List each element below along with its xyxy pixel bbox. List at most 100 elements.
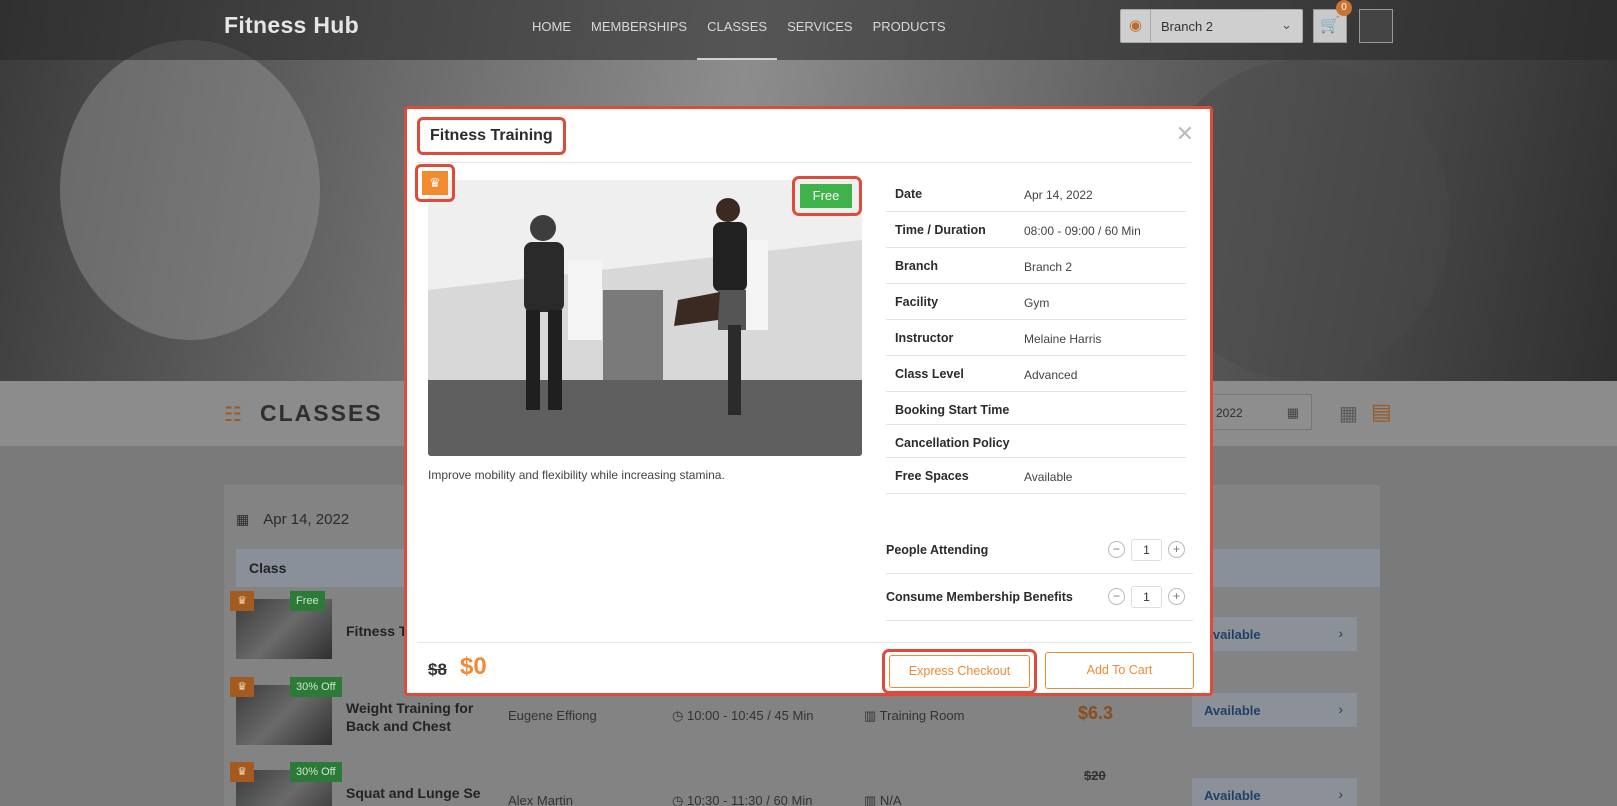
detail-value: Gym xyxy=(1024,296,1050,310)
detail-value: Branch 2 xyxy=(1024,260,1073,274)
detail-label: Class Level xyxy=(895,367,964,381)
old-price: $8 xyxy=(428,660,447,679)
free-badge: Free xyxy=(792,176,862,216)
cart-count-badge: 0 xyxy=(1336,0,1352,16)
branch-select[interactable]: ◉ Branch 2 ⌄ xyxy=(1120,9,1303,43)
close-icon[interactable]: ✕ xyxy=(1176,121,1194,147)
class-time-value: 10:30 - 11:30 / 60 Min xyxy=(686,793,813,806)
detail-value: Melaine Harris xyxy=(1024,332,1102,346)
detail-row-free-spaces: Free Spaces Available xyxy=(886,458,1186,494)
detail-label: Free Spaces xyxy=(895,469,969,483)
detail-label: Branch xyxy=(895,259,939,273)
people-attending-label: People Attending xyxy=(886,543,989,557)
availability-button[interactable]: Available › xyxy=(1192,778,1357,806)
old-price: $20 xyxy=(1084,768,1106,783)
decrement-button[interactable]: − xyxy=(1108,588,1125,605)
availability-label: Available xyxy=(1204,703,1261,718)
chevron-down-icon: ⌄ xyxy=(1281,17,1292,32)
detail-row-cancellation: Cancellation Policy xyxy=(886,425,1186,458)
class-name: Squat and Lunge Se xyxy=(346,785,481,801)
grid-view-icon[interactable]: ▦ xyxy=(1339,401,1358,426)
column-class: Class xyxy=(249,560,287,576)
crown-icon: ♛ xyxy=(230,762,254,782)
crown-icon: ♛ xyxy=(422,171,448,195)
decrement-button[interactable]: − xyxy=(1108,541,1125,558)
cart-icon: 🛒 xyxy=(1320,17,1340,34)
divider xyxy=(417,162,1192,163)
class-facility: ▥ N/A xyxy=(864,793,902,806)
class-facility: ▥ Training Room xyxy=(864,708,964,724)
section-date-label: Apr 14, 2022 xyxy=(263,511,350,528)
detail-label: Instructor xyxy=(895,331,954,345)
section-date: ▦ Apr 14, 2022 xyxy=(236,511,349,528)
main-nav: HOME MEMBERSHIPS CLASSES SERVICES PRODUC… xyxy=(522,0,956,60)
nav-classes[interactable]: CLASSES xyxy=(697,0,778,60)
availability-button[interactable]: Available › xyxy=(1192,693,1357,727)
price: $0 xyxy=(460,653,487,680)
price-badge: 30% Off xyxy=(290,677,342,697)
class-time: ◷ 10:30 - 11:30 / 60 Min xyxy=(672,793,812,806)
detail-label: Date xyxy=(895,187,923,201)
clock-icon: ◷ xyxy=(672,793,687,806)
nav-products[interactable]: PRODUCTS xyxy=(863,0,956,60)
membership-benefits-row: Consume Membership Benefits − 1 + xyxy=(886,575,1193,621)
nav-memberships[interactable]: MEMBERSHIPS xyxy=(581,0,697,60)
detail-row-branch: Branch Branch 2 xyxy=(886,248,1186,284)
express-checkout-button[interactable]: Express Checkout xyxy=(889,655,1030,688)
detail-row-instructor: Instructor Melaine Harris xyxy=(886,320,1186,356)
nav-services[interactable]: SERVICES xyxy=(777,0,863,60)
building-icon: ▥ xyxy=(864,708,880,723)
increment-button[interactable]: + xyxy=(1168,588,1185,605)
availability-label: Available xyxy=(1204,788,1261,803)
detail-row-booking-start: Booking Start Time xyxy=(886,392,1186,425)
class-detail-modal: Fitness Training ✕ ♛ Free Improve mobili… xyxy=(404,106,1213,696)
chevron-right-icon: › xyxy=(1338,701,1343,717)
availability-button[interactable]: Available › xyxy=(1192,617,1357,651)
list-view-icon[interactable]: ▤ xyxy=(1371,399,1392,425)
add-to-cart-button[interactable]: Add To Cart xyxy=(1045,652,1194,689)
detail-label: Cancellation Policy xyxy=(895,436,1010,450)
price-badge: 30% Off xyxy=(290,762,342,782)
crown-badge: ♛ xyxy=(415,164,455,202)
date-picker-value: 2022 xyxy=(1216,406,1243,420)
detail-value: Available xyxy=(1024,470,1073,484)
divider xyxy=(417,642,1192,643)
avatar[interactable] xyxy=(1359,9,1393,43)
navbar: Fitness Hub HOME MEMBERSHIPS CLASSES SER… xyxy=(0,0,1617,60)
class-time: ◷ 10:00 - 10:45 / 45 Min xyxy=(672,708,813,724)
detail-row-time: Time / Duration 08:00 - 09:00 / 60 Min xyxy=(886,212,1186,248)
brand-logo[interactable]: Fitness Hub xyxy=(224,12,359,39)
instructor-name: Alex Martin xyxy=(508,793,574,806)
calendar-icon: ▦ xyxy=(236,511,250,527)
nav-home[interactable]: HOME xyxy=(522,0,581,60)
class-facility-value: N/A xyxy=(879,793,902,806)
detail-value: Advanced xyxy=(1024,368,1078,382)
detail-label: Time / Duration xyxy=(895,223,986,237)
membership-benefits-label: Consume Membership Benefits xyxy=(886,590,1073,604)
crown-icon: ♛ xyxy=(230,677,254,697)
detail-row-level: Class Level Advanced xyxy=(886,356,1186,392)
modal-title: Fitness Training xyxy=(417,117,566,155)
increment-button[interactable]: + xyxy=(1168,541,1185,558)
clock-icon: ◷ xyxy=(672,708,687,723)
chevron-right-icon: › xyxy=(1338,625,1343,641)
membership-benefits-qty[interactable]: 1 xyxy=(1131,586,1162,608)
class-details-table: Date Apr 14, 2022 Time / Duration 08:00 - … xyxy=(886,176,1186,494)
class-facility-value: Training Room xyxy=(879,708,965,723)
location-pin-icon: ◉ xyxy=(1121,10,1151,42)
people-attending-row: People Attending − 1 + xyxy=(886,528,1193,574)
detail-row-date: Date Apr 14, 2022 xyxy=(886,176,1186,212)
free-tag-label: Free xyxy=(800,184,852,208)
class-photo-illustration xyxy=(428,180,862,456)
chevron-right-icon: › xyxy=(1338,786,1343,802)
detail-value: 08:00 - 09:00 / 60 Min xyxy=(1024,224,1141,238)
membership-benefits-stepper: − 1 + xyxy=(1108,586,1188,608)
calendar-icon: ▦ xyxy=(1286,405,1299,420)
class-time-value: 10:00 - 10:45 / 45 Min xyxy=(686,708,814,723)
people-attending-qty[interactable]: 1 xyxy=(1131,539,1162,561)
table-row[interactable]: ♛ 30% Off Squat and Lunge Se Alex Martin… xyxy=(230,762,1380,806)
detail-label: Facility xyxy=(895,295,939,309)
instructor-name: Eugene Effiong xyxy=(508,708,597,723)
building-icon: ▥ xyxy=(864,793,880,806)
detail-row-facility: Facility Gym xyxy=(886,284,1186,320)
